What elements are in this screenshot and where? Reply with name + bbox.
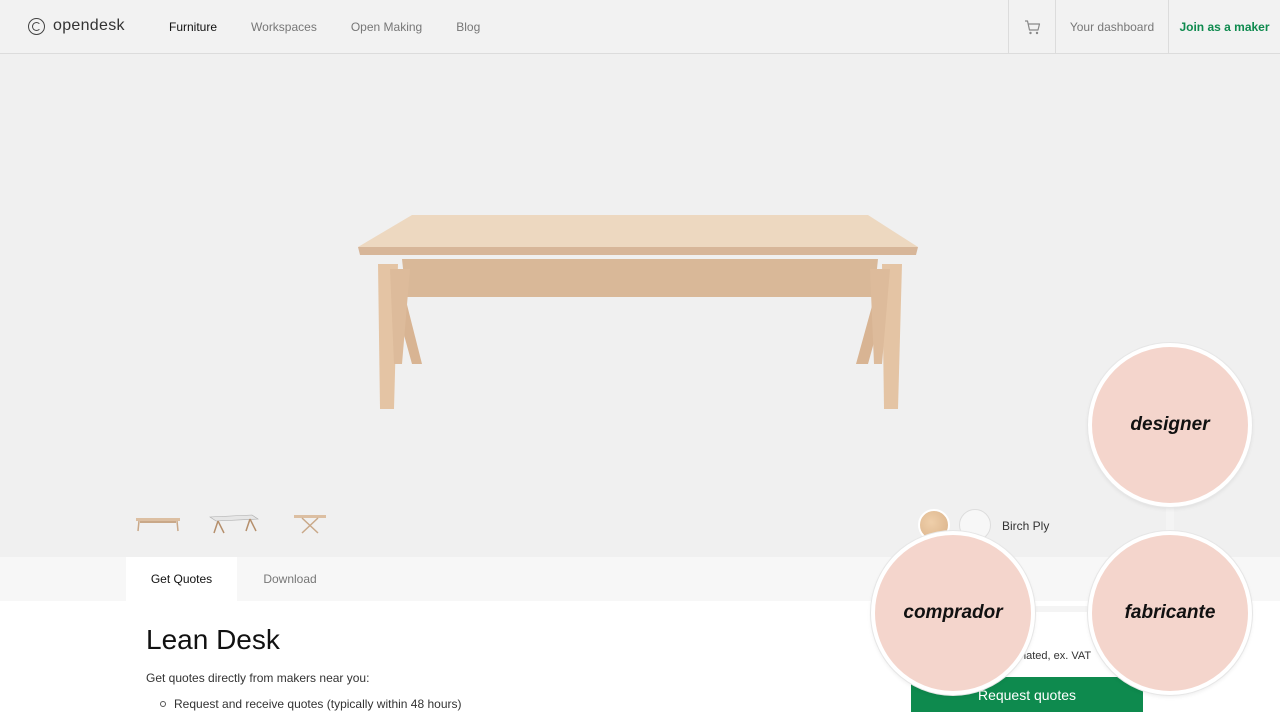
list-item-text: Request and receive quotes (typically wi… <box>174 697 462 711</box>
opendesk-logo-icon <box>28 17 45 35</box>
role-comprador-circle: comprador <box>871 531 1035 695</box>
join-as-maker-link[interactable]: Join as a maker <box>1168 0 1280 54</box>
product-tabs: Get Quotes Download <box>0 557 1280 601</box>
role-fabricante-circle: fabricante <box>1088 531 1252 695</box>
price-note: nated, ex. VAT <box>1020 650 1092 662</box>
tab-download[interactable]: Download <box>237 557 343 601</box>
nav-blog[interactable]: Blog <box>456 20 480 34</box>
product-title: Lean Desk <box>146 624 280 655</box>
tab-get-quotes[interactable]: Get Quotes <box>126 557 237 601</box>
nav-workspaces[interactable]: Workspaces <box>251 20 317 34</box>
material-label: Birch Ply <box>1002 519 1050 533</box>
bullet-icon <box>160 701 166 707</box>
thumbnail-side-view[interactable] <box>284 509 336 539</box>
product-thumbnails <box>132 509 336 539</box>
nav-furniture[interactable]: Furniture <box>169 20 217 34</box>
cart-button[interactable] <box>1008 0 1055 54</box>
logo-text: opendesk <box>53 17 125 34</box>
list-item: Request and receive quotes (typically wi… <box>160 697 461 711</box>
cart-icon <box>1024 19 1040 34</box>
nav-open-making[interactable]: Open Making <box>351 20 422 34</box>
thumbnail-front-view[interactable] <box>132 509 184 539</box>
main-nav: Furniture Workspaces Open Making Blog <box>169 20 480 34</box>
quotes-intro: Get quotes directly from makers near you… <box>146 671 370 685</box>
thumbnail-angle-view[interactable] <box>208 509 260 539</box>
your-dashboard-link[interactable]: Your dashboard <box>1055 0 1168 54</box>
opendesk-logo[interactable]: opendesk <box>28 17 125 35</box>
top-navigation-bar: opendesk Furniture Workspaces Open Makin… <box>0 0 1280 54</box>
product-hero: Birch Ply <box>0 54 1280 557</box>
lean-desk-image <box>358 215 918 409</box>
connector-horizontal <box>1030 606 1094 612</box>
role-designer-circle: designer <box>1088 343 1252 507</box>
account-nav: Your dashboard Join as a maker <box>1008 0 1280 54</box>
